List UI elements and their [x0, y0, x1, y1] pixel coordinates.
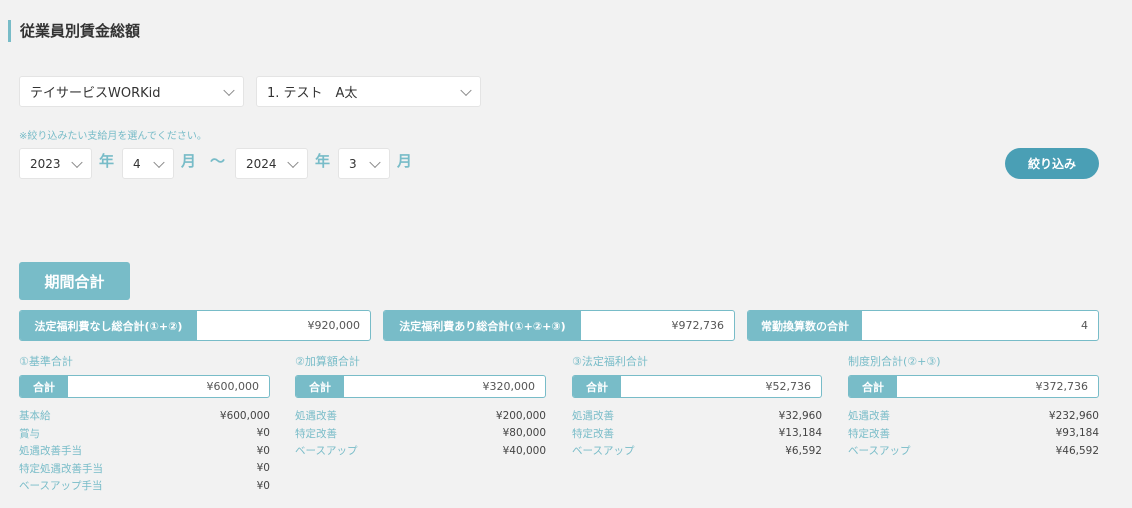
year-unit-label: 年 — [315, 152, 331, 170]
company-select-value: テイサービスWORKid — [30, 86, 161, 101]
list-item: 処遇改善手当 ¥0 — [19, 442, 270, 460]
row-label: 特定改善 — [848, 427, 890, 440]
column-title: 制度別合計(②+③) — [848, 355, 941, 368]
year-unit-label: 年 — [99, 152, 115, 170]
list-item: 処遇改善 ¥32,960 — [572, 407, 822, 425]
row-value: ¥232,960 — [1048, 409, 1099, 422]
column-addition-total: ②加算額合計 合計 ¥320,000 処遇改善 ¥200,000 特定改善 ¥80,… — [295, 353, 546, 460]
total-value: ¥372,736 — [1035, 380, 1089, 393]
row-value: ¥6,592 — [785, 444, 822, 457]
summary-label: 常勤換算数の合計 — [748, 311, 862, 340]
column-total-box: 合計 ¥320,000 — [295, 375, 546, 398]
row-label: ベースアップ手当 — [19, 480, 103, 493]
row-value: ¥0 — [256, 462, 270, 475]
total-label: 合計 — [296, 376, 344, 397]
row-value: ¥93,184 — [1055, 427, 1099, 440]
month-unit-label: 月 — [397, 152, 413, 170]
column-total-box: 合計 ¥52,736 — [572, 375, 822, 398]
employee-select-value: 1. テスト A太 — [267, 86, 358, 101]
row-value: ¥13,184 — [778, 427, 822, 440]
to-month-value: 3 — [349, 156, 357, 171]
list-item: 基本給 ¥600,000 — [19, 407, 270, 425]
to-year-value: 2024 — [246, 156, 277, 171]
filter-button[interactable]: 絞り込み — [1005, 148, 1099, 179]
from-month-value: 4 — [133, 156, 141, 171]
month-unit-label: 月 — [181, 152, 197, 170]
page-title: 従業員別賃金総額 — [8, 20, 140, 42]
from-year-select[interactable]: 2023 — [19, 148, 92, 179]
row-value: ¥46,592 — [1055, 444, 1099, 457]
row-label: ベースアップ — [848, 445, 911, 458]
row-label: ベースアップ — [295, 445, 358, 458]
chevron-down-icon — [71, 156, 83, 168]
total-label: 合計 — [573, 376, 621, 397]
chevron-down-icon — [460, 84, 472, 96]
list-item: ベースアップ手当 ¥0 — [19, 477, 270, 495]
row-label: 処遇改善手当 — [19, 445, 82, 458]
summary-box-with-welfare: 法定福利費あり総合計(①+②+③) ¥972,736 — [383, 310, 735, 341]
total-value: ¥320,000 — [482, 380, 536, 393]
column-total-box: 合計 ¥600,000 — [19, 375, 270, 398]
total-label: 合計 — [20, 376, 68, 397]
column-title: ③法定福利合計 — [572, 355, 648, 368]
to-month-select[interactable]: 3 — [338, 148, 390, 179]
chevron-down-icon — [369, 156, 381, 168]
summary-box-without-welfare: 法定福利費なし総合計(①+②) ¥920,000 — [19, 310, 371, 341]
period-total-heading: 期間合計 — [19, 262, 130, 300]
column-title: ②加算額合計 — [295, 355, 360, 368]
from-year-value: 2023 — [30, 156, 61, 171]
chevron-down-icon — [287, 156, 299, 168]
summary-label: 法定福利費なし総合計(①+②) — [20, 311, 197, 340]
list-item: 特定改善 ¥13,184 — [572, 425, 822, 443]
chevron-down-icon — [153, 156, 165, 168]
list-item: ベースアップ ¥6,592 — [572, 442, 822, 460]
list-item: 特定改善 ¥93,184 — [848, 425, 1099, 443]
column-system-total: 制度別合計(②+③) 合計 ¥372,736 処遇改善 ¥232,960 特定改善… — [848, 353, 1099, 460]
list-item: 処遇改善 ¥232,960 — [848, 407, 1099, 425]
summary-value: ¥972,736 — [671, 319, 725, 332]
from-month-select[interactable]: 4 — [122, 148, 174, 179]
list-item: ベースアップ ¥40,000 — [295, 442, 546, 460]
row-value: ¥200,000 — [495, 409, 546, 422]
summary-value: ¥920,000 — [307, 319, 361, 332]
row-label: 賞与 — [19, 427, 40, 440]
summary-box-fte: 常勤換算数の合計 4 — [747, 310, 1099, 341]
row-label: 特定改善 — [572, 427, 614, 440]
list-item: ベースアップ ¥46,592 — [848, 442, 1099, 460]
row-value: ¥0 — [256, 479, 270, 492]
row-label: 特定処遇改善手当 — [19, 462, 103, 475]
total-label: 合計 — [849, 376, 897, 397]
row-label: 処遇改善 — [572, 410, 614, 423]
list-item: 処遇改善 ¥200,000 — [295, 407, 546, 425]
total-value: ¥600,000 — [206, 380, 260, 393]
summary-value: 4 — [1081, 319, 1088, 332]
row-label: ベースアップ — [572, 445, 635, 458]
row-label: 処遇改善 — [295, 410, 337, 423]
row-value: ¥0 — [256, 444, 270, 457]
column-welfare-total: ③法定福利合計 合計 ¥52,736 処遇改善 ¥32,960 特定改善 ¥13,1… — [572, 353, 822, 460]
chevron-down-icon — [223, 84, 235, 96]
employee-select[interactable]: 1. テスト A太 — [256, 76, 481, 107]
column-total-box: 合計 ¥372,736 — [848, 375, 1099, 398]
total-value: ¥52,736 — [765, 380, 812, 393]
list-item: 特定改善 ¥80,000 — [295, 425, 546, 443]
company-select[interactable]: テイサービスWORKid — [19, 76, 244, 107]
row-value: ¥80,000 — [502, 427, 546, 440]
row-value: ¥0 — [256, 427, 270, 440]
list-item: 特定処遇改善手当 ¥0 — [19, 460, 270, 478]
filter-note: ※絞り込みたい支給月を選んでください。 — [19, 131, 207, 142]
to-year-select[interactable]: 2024 — [235, 148, 308, 179]
row-value: ¥32,960 — [778, 409, 822, 422]
row-label: 特定改善 — [295, 427, 337, 440]
range-separator: 〜 — [210, 152, 226, 170]
row-value: ¥600,000 — [219, 409, 270, 422]
row-label: 基本給 — [19, 410, 51, 423]
row-label: 処遇改善 — [848, 410, 890, 423]
summary-label: 法定福利費あり総合計(①+②+③) — [384, 311, 581, 340]
column-title: ①基準合計 — [19, 355, 73, 368]
column-base-total: ①基準合計 合計 ¥600,000 基本給 ¥600,000 賞与 ¥0 処遇改善手… — [19, 353, 270, 495]
list-item: 賞与 ¥0 — [19, 425, 270, 443]
row-value: ¥40,000 — [502, 444, 546, 457]
